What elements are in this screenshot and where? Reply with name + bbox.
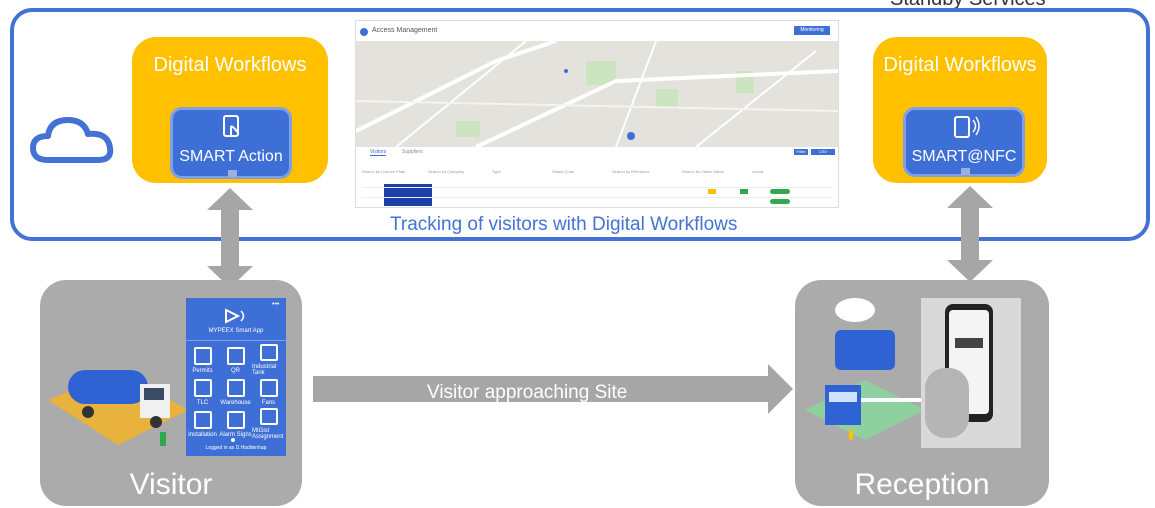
status-pill xyxy=(770,199,790,204)
left-card-title: Digital Workflows xyxy=(153,54,307,76)
logged-in-text: Logged in as D.Haddenhap xyxy=(205,445,267,451)
map-area[interactable] xyxy=(356,41,838,147)
status-chip xyxy=(740,189,748,194)
installation-icon xyxy=(193,410,212,429)
right-card-title: Digital Workflows xyxy=(883,54,1037,76)
app-logo-icon xyxy=(225,308,245,324)
left-digital-workflows-card: Digital Workflows SMART Action xyxy=(132,37,328,183)
csv-download-button[interactable]: CSV Download xyxy=(811,149,835,160)
alarm-icon xyxy=(226,410,245,429)
permits-icon xyxy=(193,346,212,365)
nfc-phone-icon xyxy=(954,116,980,138)
right-digital-workflows-card: Digital Workflows SMART@NFC xyxy=(873,37,1047,183)
smart-action-label: SMART Action xyxy=(179,148,283,165)
filter-row: Search by Licence Plate Search by Compan… xyxy=(362,169,832,179)
access-management-screenshot: Access Management Monitoring Visitors Su… xyxy=(355,20,839,208)
left-double-arrow xyxy=(207,188,253,288)
fan-icon xyxy=(259,378,278,397)
page-indicator xyxy=(231,438,235,442)
tab-suppliers[interactable]: Suppliers xyxy=(402,149,423,155)
filter-company[interactable]: Search by Company xyxy=(428,169,464,174)
tab-visitors[interactable]: Visitors xyxy=(370,149,387,156)
status-chip xyxy=(708,189,716,194)
truck-illustration xyxy=(48,370,188,446)
tlc-icon xyxy=(193,378,212,397)
approach-label: Visitor approaching Site xyxy=(427,382,628,403)
right-double-arrow xyxy=(947,186,993,282)
app-tile-qr[interactable]: QR xyxy=(219,344,252,376)
reception-box: Reception xyxy=(795,280,1049,506)
screenshot-title: Access Management xyxy=(372,27,438,34)
app-logo-icon xyxy=(360,28,368,36)
assignment-icon xyxy=(259,408,278,425)
dock-icon xyxy=(961,168,970,175)
tracking-caption: Tracking of visitors with Digital Workfl… xyxy=(390,214,738,235)
qr-icon xyxy=(226,346,245,365)
app-tile-grid: Permits QR Industrial Tank TLC Warehouse… xyxy=(186,344,286,440)
warehouse-icon xyxy=(226,378,245,397)
filter-arrival[interactable]: Arrival xyxy=(752,169,763,174)
status-pill xyxy=(770,189,790,194)
smart-nfc-label: SMART@NFC xyxy=(911,148,1017,165)
smart-action-tile[interactable]: SMART Action xyxy=(170,107,292,179)
monitoring-button[interactable]: Monitoring xyxy=(794,26,830,35)
table-row xyxy=(362,187,832,188)
filter-type[interactable]: Type xyxy=(492,169,501,174)
app-tile-alarm-signs[interactable]: Alarm Signs xyxy=(219,408,252,440)
table-row xyxy=(362,197,832,198)
street-map xyxy=(356,41,838,147)
hand-photo xyxy=(925,368,969,438)
touch-phone-icon xyxy=(223,115,239,137)
filter-visitor-name[interactable]: Search by Visitor Name xyxy=(682,169,724,174)
dock-icon xyxy=(228,170,237,177)
cloud-icon xyxy=(30,117,114,163)
visitor-label: Visitor xyxy=(129,468,213,501)
app-title: MYPEEX Smart App xyxy=(208,328,264,334)
app-tile-industrial-tank[interactable]: Industrial Tank xyxy=(252,344,285,376)
filter-licence-plate[interactable]: Search by Licence Plate xyxy=(362,169,405,174)
app-tile-assignment[interactable]: MIGist Assignment xyxy=(252,408,285,440)
more-icon[interactable]: ••• xyxy=(272,301,279,308)
app-tile-warehouse[interactable]: Warehouse xyxy=(219,376,252,408)
reception-label: Reception xyxy=(854,468,990,501)
app-tile-fans[interactable]: Fans xyxy=(252,376,285,408)
smart-app-panel: ••• MYPEEX Smart App Permits QR Industri… xyxy=(186,298,286,456)
smart-nfc-tile[interactable]: SMART@NFC xyxy=(903,107,1025,177)
screen-dialog xyxy=(955,338,983,348)
divider xyxy=(186,340,286,341)
app-tile-tlc[interactable]: TLC xyxy=(186,376,219,408)
tank-icon xyxy=(259,344,278,361)
filter-reference[interactable]: Search by Reference xyxy=(612,169,650,174)
app-tile-permits[interactable]: Permits xyxy=(186,344,219,376)
app-tile-installation[interactable]: Installation xyxy=(186,408,219,440)
filter-button[interactable]: Filter xyxy=(794,149,808,155)
nfc-photo xyxy=(921,298,1021,448)
filter-status[interactable]: Status Code xyxy=(552,169,574,174)
